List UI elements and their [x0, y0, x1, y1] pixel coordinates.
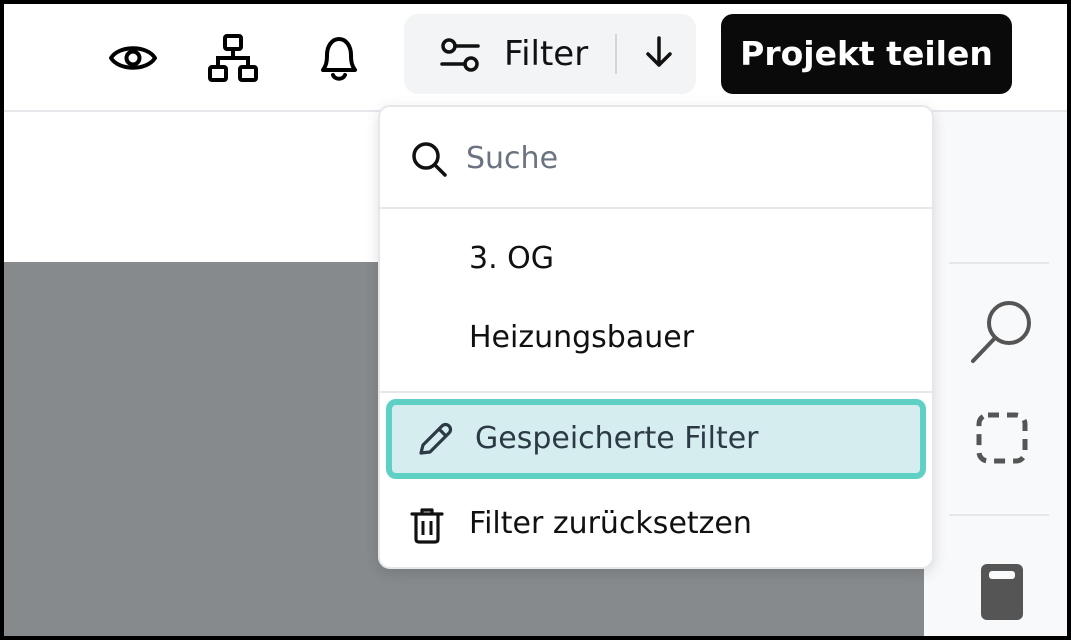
arrow-down-icon	[644, 35, 674, 73]
eye-icon[interactable]	[101, 26, 165, 90]
reset-filters-label: Filter zurücksetzen	[469, 506, 752, 541]
pencil-icon	[416, 420, 454, 462]
app-window: Filter Projekt teilen Suche 3. OG Heizun…	[0, 0, 1071, 640]
tool-strip-divider	[949, 262, 1049, 264]
filter-option-label: 3. OG	[469, 241, 555, 276]
filter-option-heizungsbauer[interactable]: Heizungsbauer	[380, 299, 932, 377]
dashed-selection-icon[interactable]	[962, 398, 1042, 478]
sitemap-icon[interactable]	[201, 26, 265, 90]
trash-icon	[410, 506, 444, 548]
top-toolbar: Filter Projekt teilen	[4, 4, 1067, 112]
filter-dropdown-menu: 3. OG Heizungsbauer Gespeicherte Filter	[378, 105, 934, 569]
tool-strip	[924, 112, 1067, 636]
saved-filters-label: Gespeicherte Filter	[475, 421, 759, 456]
menu-divider	[380, 391, 932, 393]
tool-strip-divider	[949, 514, 1049, 516]
sliders-icon	[440, 38, 480, 76]
bell-icon[interactable]	[307, 26, 371, 90]
filter-button[interactable]: Filter	[404, 14, 614, 94]
filter-dropdown-toggle[interactable]	[626, 14, 692, 94]
saved-filters-item[interactable]: Gespeicherte Filter	[386, 399, 926, 479]
filter-search-row	[380, 107, 932, 209]
filter-option-label: Heizungsbauer	[469, 320, 695, 355]
filter-button-label: Filter	[504, 34, 589, 74]
reset-filters-item[interactable]: Filter zurücksetzen	[380, 485, 932, 563]
filter-option-3og[interactable]: 3. OG	[380, 220, 932, 298]
share-project-button[interactable]: Projekt teilen	[721, 14, 1012, 94]
filter-separator	[615, 34, 617, 74]
document-icon[interactable]	[962, 552, 1042, 632]
search-icon	[410, 140, 448, 182]
filter-search-input[interactable]	[466, 131, 896, 185]
filter-button-group: Filter	[404, 14, 696, 94]
magnifier-icon[interactable]	[962, 292, 1042, 372]
